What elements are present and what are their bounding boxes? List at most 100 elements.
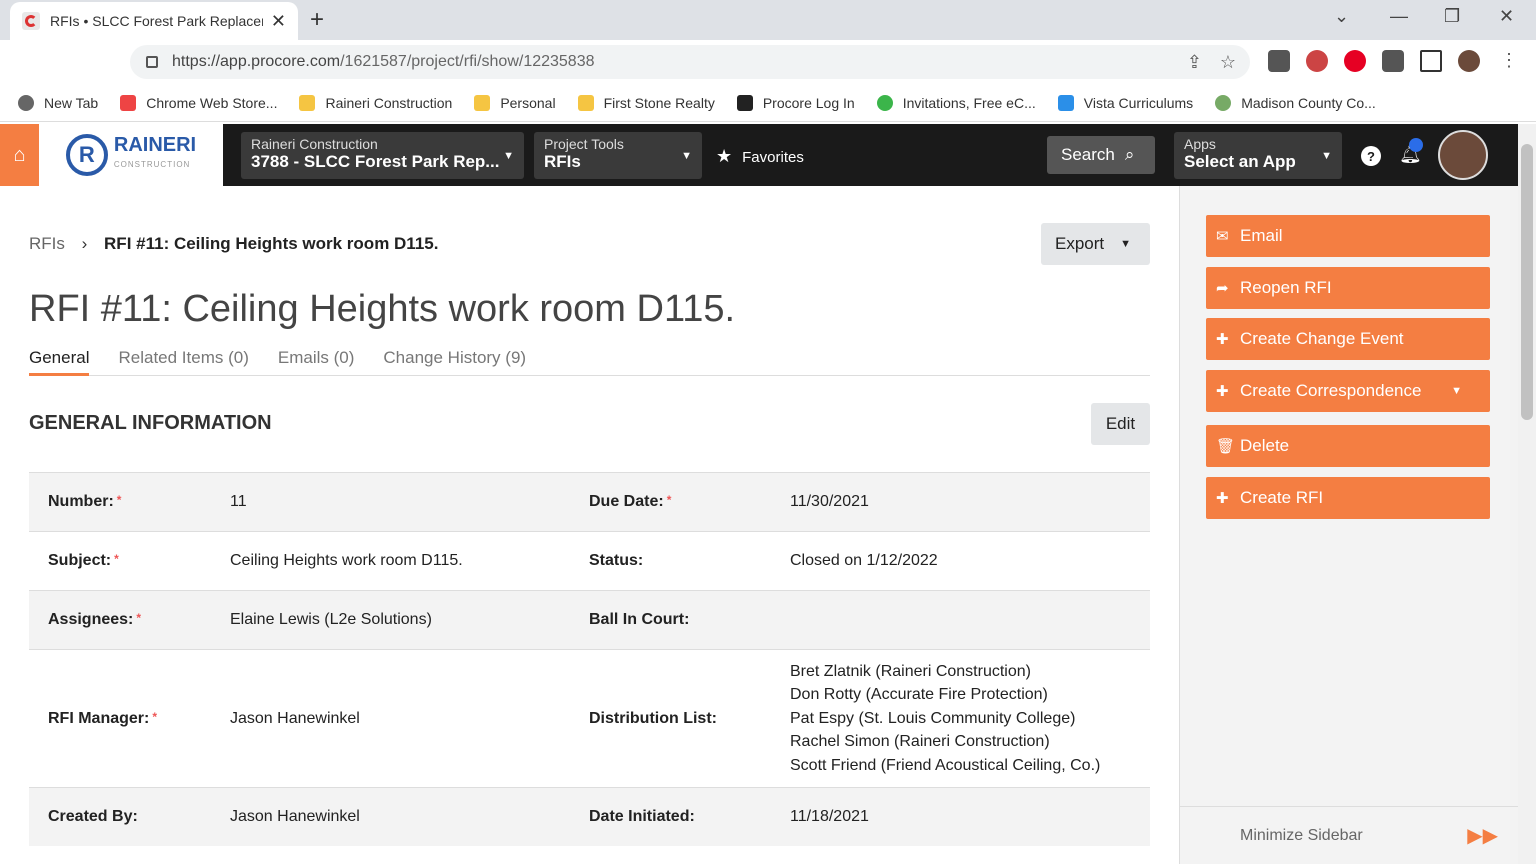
create-rfi-button[interactable]: ✚ Create RFI	[1206, 477, 1490, 519]
list-item: Don Rotty (Accurate Fire Protection)	[790, 686, 1048, 704]
bookmark-item[interactable]: Raineri Construction	[299, 94, 452, 111]
manager-value: Jason Hanewinkel	[230, 709, 360, 727]
assignees-value: Elaine Lewis (L2e Solutions)	[230, 611, 432, 628]
fast-forward-icon: ▶▶	[1467, 825, 1498, 847]
distribution-list: Bret Zlatnik (Raineri Construction) Don …	[771, 660, 1100, 778]
project-selector[interactable]: Raineri Construction 3788 - SLCC Forest …	[241, 132, 524, 179]
table-row: Number: * 11 Due Date: * 11/30/2021	[29, 472, 1150, 531]
page-title: RFI #11: Ceiling Heights work room D115.	[29, 288, 736, 330]
restore-window-icon[interactable]: ❐	[1444, 6, 1460, 27]
plus-icon: ✚	[1216, 331, 1229, 348]
list-item: Bret Zlatnik (Raineri Construction)	[790, 662, 1031, 680]
side-panel-icon[interactable]	[1420, 50, 1442, 72]
due-date-value: 11/30/2021	[790, 493, 869, 510]
minimize-window-icon[interactable]: —	[1390, 6, 1408, 27]
status-value: Closed on 1/12/2022	[790, 552, 938, 569]
notification-badge	[1409, 138, 1423, 152]
browser-tab-strip: RFIs • SLCC Forest Park Replacem ✕ + ⌄ —…	[0, 0, 1536, 40]
search-button[interactable]: Search ⌕	[1047, 136, 1155, 174]
created-by-value: Jason Hanewinkel	[230, 808, 360, 825]
chevron-down-icon: ▼	[1321, 150, 1332, 162]
apps-selector[interactable]: Apps Select an App ▼	[1174, 132, 1342, 179]
plus-icon: ✚	[1216, 490, 1229, 507]
reopen-rfi-button[interactable]: ➦ Reopen RFI	[1206, 267, 1490, 309]
menu-icon[interactable]: ⋮	[1500, 50, 1522, 72]
tab-change-history[interactable]: Change History (9)	[383, 348, 526, 376]
home-icon[interactable]: ⌂	[0, 124, 39, 186]
chevron-down-icon: ▼	[681, 150, 692, 162]
delete-button[interactable]: 🗑︎ Delete	[1206, 425, 1490, 467]
tab-general[interactable]: General	[29, 348, 90, 376]
extension-icon[interactable]	[1306, 50, 1328, 72]
subject-value: Ceiling Heights work room D115.	[230, 552, 463, 569]
tab-bar: General Related Items (0) Emails (0) Cha…	[29, 348, 1150, 376]
date-initiated-value: 11/18/2021	[790, 808, 869, 825]
edit-button[interactable]: Edit	[1091, 403, 1150, 445]
general-info-table: Number: * 11 Due Date: * 11/30/2021 Subjec…	[29, 472, 1150, 846]
apps-label: Apps	[1184, 136, 1216, 152]
tool-selector[interactable]: Project Tools RFIs ▼	[534, 132, 702, 179]
chevron-down-icon[interactable]: ▼	[1451, 385, 1462, 397]
close-window-icon[interactable]: ✕	[1499, 6, 1514, 27]
envelope-icon: ✉	[1216, 228, 1229, 245]
page-scrollbar[interactable]	[1518, 124, 1536, 864]
list-item: Scott Friend (Friend Acoustical Ceiling,…	[790, 756, 1101, 774]
section-title: GENERAL INFORMATION	[29, 412, 272, 434]
tab-title: RFIs • SLCC Forest Park Replacem	[50, 13, 263, 29]
tab-emails[interactable]: Emails (0)	[278, 348, 355, 376]
bookmark-item[interactable]: Procore Log In	[736, 94, 855, 111]
export-button[interactable]: Export ▼	[1041, 223, 1150, 265]
url-host: https://app.procore.com	[172, 53, 341, 70]
table-row: Created By: Jason Hanewinkel Date Initia…	[29, 787, 1150, 846]
browser-tab[interactable]: RFIs • SLCC Forest Park Replacem ✕	[10, 2, 298, 40]
chevron-right-icon: ›	[81, 234, 88, 253]
breadcrumb-current: RFI #11: Ceiling Heights work room D115.	[104, 234, 439, 253]
raineri-logo[interactable]: R RAINERI CONSTRUCTION	[39, 124, 223, 186]
table-row: Subject: * Ceiling Heights work room D115…	[29, 531, 1150, 590]
tab-related-items[interactable]: Related Items (0)	[118, 348, 248, 376]
scrollbar-thumb[interactable]	[1521, 144, 1533, 420]
profile-icon[interactable]	[1458, 50, 1480, 72]
bookmarks-bar: New Tab Chrome Web Store... Raineri Cons…	[0, 84, 1536, 122]
breadcrumb-rfis-link[interactable]: RFIs	[29, 234, 65, 253]
bookmark-item[interactable]: Chrome Web Store...	[120, 94, 277, 111]
lock-icon	[146, 56, 158, 68]
notifications-bell-icon[interactable]: 🔔︎	[1399, 138, 1423, 165]
pinterest-icon[interactable]	[1344, 50, 1366, 72]
trash-icon: 🗑︎	[1216, 438, 1236, 455]
company-label: Raineri Construction	[251, 136, 378, 152]
email-button[interactable]: ✉ Email	[1206, 215, 1490, 257]
user-avatar[interactable]	[1438, 130, 1488, 180]
bookmark-item[interactable]: Vista Curriculums	[1057, 94, 1193, 111]
extension-icon[interactable]	[1268, 50, 1290, 72]
chevron-down-icon: ▼	[503, 150, 514, 162]
minimize-sidebar-button[interactable]: Minimize Sidebar ▶▶	[1180, 806, 1518, 864]
list-item: Pat Espy (St. Louis Community College)	[790, 709, 1076, 727]
tools-label: Project Tools	[544, 136, 624, 152]
bookmark-item[interactable]: Invitations, Free eC...	[876, 94, 1036, 111]
new-tab-icon[interactable]: +	[310, 6, 324, 34]
bookmark-item[interactable]: Madison County Co...	[1215, 94, 1376, 111]
create-correspondence-button[interactable]: ✚ Create Correspondence ▼	[1206, 370, 1490, 412]
project-value: 3788 - SLCC Forest Park Rep...	[251, 152, 500, 171]
share-arrow-icon: ➦	[1216, 280, 1229, 297]
procore-favicon-icon	[22, 12, 40, 30]
close-tab-icon[interactable]: ✕	[271, 11, 286, 32]
number-value: 11	[230, 493, 247, 510]
help-icon[interactable]: ?	[1361, 146, 1381, 166]
table-row: RFI Manager: * Jason Hanewinkel Distribut…	[29, 649, 1150, 787]
procore-header: ⌂ R RAINERI CONSTRUCTION Raineri Construc…	[0, 124, 1518, 186]
favorites-link[interactable]: ★ Favorites	[716, 146, 804, 167]
url-path: /1621587/project/rfi/show/12235838	[340, 53, 595, 70]
tab-search-icon[interactable]: ⌄	[1334, 6, 1349, 27]
apps-value: Select an App	[1184, 152, 1296, 171]
bookmark-item[interactable]: First Stone Realty	[577, 94, 715, 111]
bookmark-item[interactable]: New Tab	[18, 94, 98, 111]
bookmark-item[interactable]: Personal	[474, 94, 556, 111]
puzzle-icon[interactable]	[1382, 50, 1404, 72]
chevron-down-icon: ▼	[1120, 238, 1132, 250]
bookmark-star-icon[interactable]: ☆	[1220, 52, 1236, 73]
address-bar[interactable]: https://app.procore.com/1621587/project/…	[130, 45, 1250, 79]
create-change-event-button[interactable]: ✚ Create Change Event	[1206, 318, 1490, 360]
share-icon[interactable]: ⇪	[1187, 52, 1202, 73]
